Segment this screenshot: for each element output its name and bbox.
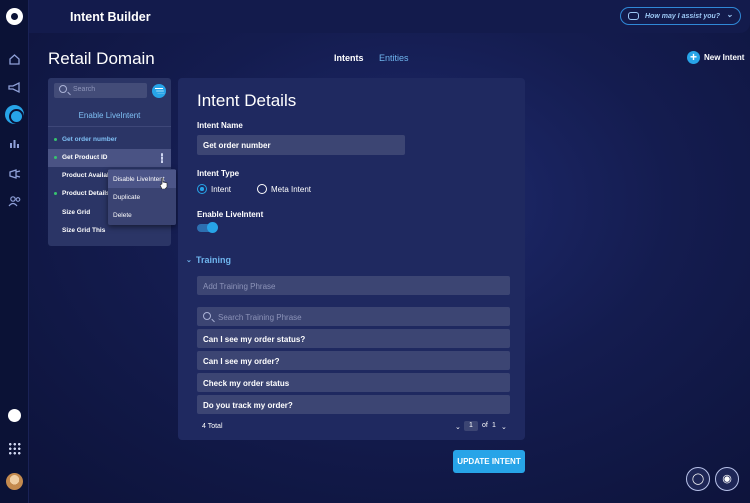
list-item-selected[interactable]: Get Product ID bbox=[48, 149, 171, 167]
chevron-down-icon[interactable]: ⌄ bbox=[501, 423, 507, 431]
intent-name-label: Intent Name bbox=[197, 121, 243, 130]
assistant-placeholder: How may I assist you? bbox=[645, 13, 721, 20]
intent-type-label: Intent Type bbox=[197, 169, 240, 178]
chatbot-launcher-icon[interactable]: ◯ bbox=[686, 467, 710, 491]
search-training-phrase-input[interactable]: Search Training Phrase bbox=[197, 307, 510, 326]
megaphone-icon[interactable] bbox=[7, 81, 22, 96]
phrase-total: 4 Total bbox=[202, 423, 223, 430]
users-icon[interactable] bbox=[7, 195, 22, 210]
user-avatar[interactable] bbox=[6, 473, 23, 490]
training-phrase-row[interactable]: Can I see my order? bbox=[197, 351, 510, 370]
radio-meta-intent-label: Meta Intent bbox=[271, 185, 312, 194]
chevron-down-icon: ⌄ bbox=[186, 257, 192, 264]
intent-details-panel: Intent Details Intent Name Get order num… bbox=[178, 78, 525, 440]
radio-intent[interactable] bbox=[197, 184, 207, 194]
update-intent-button[interactable]: UPDATE INTENT bbox=[453, 450, 525, 473]
search-placeholder: Search bbox=[73, 86, 96, 93]
logo-icon[interactable] bbox=[6, 8, 23, 25]
clock-icon[interactable] bbox=[8, 409, 21, 422]
page-total: 1 bbox=[492, 422, 496, 429]
intent-search-input[interactable]: Search bbox=[54, 83, 147, 98]
training-phrase-row[interactable]: Can I see my order status? bbox=[197, 329, 510, 348]
robot-icon bbox=[628, 12, 639, 20]
tab-intents[interactable]: Intents bbox=[334, 53, 364, 63]
menu-item-duplicate[interactable]: Duplicate bbox=[108, 188, 176, 206]
more-options-icon[interactable] bbox=[161, 153, 163, 163]
divider bbox=[48, 126, 171, 127]
home-icon[interactable] bbox=[7, 53, 22, 68]
menu-item-delete[interactable]: Delete bbox=[108, 206, 176, 224]
debug-bug-icon[interactable]: ◉ bbox=[715, 467, 739, 491]
details-heading: Intent Details bbox=[197, 91, 297, 110]
hand-cursor-icon bbox=[160, 178, 168, 189]
radio-meta-intent[interactable] bbox=[257, 184, 267, 194]
liveintent-toggle[interactable] bbox=[197, 222, 218, 233]
top-bar: Intent Builder How may I assist you? ⌄ bbox=[29, 0, 750, 33]
add-training-phrase-input[interactable]: Add Training Phrase bbox=[197, 276, 510, 295]
sidebar bbox=[0, 0, 29, 503]
new-intent-label: New Intent bbox=[704, 53, 745, 62]
training-phrase-row[interactable]: Check my order status bbox=[197, 373, 510, 392]
search-icon bbox=[59, 85, 67, 93]
assistant-search[interactable]: How may I assist you? ⌄ bbox=[620, 7, 741, 25]
filter-icon[interactable] bbox=[152, 84, 166, 98]
live-dot-icon bbox=[54, 192, 57, 195]
announce-icon[interactable] bbox=[7, 168, 22, 183]
apps-grid-icon[interactable] bbox=[8, 442, 21, 455]
training-phrase-row[interactable]: Do you track my order? bbox=[197, 395, 510, 414]
app-title: Intent Builder bbox=[70, 10, 151, 24]
bar-chart-icon[interactable] bbox=[7, 137, 22, 152]
intent-name-field[interactable]: Get order number bbox=[197, 135, 405, 155]
page-title: Retail Domain bbox=[48, 49, 155, 68]
enable-liveintent-link[interactable]: Enable LiveIntent bbox=[48, 111, 171, 120]
plus-icon: + bbox=[687, 51, 700, 64]
page-number-input[interactable]: 1 bbox=[464, 421, 478, 431]
liveintent-label: Enable LiveIntent bbox=[197, 210, 264, 219]
tab-entities[interactable]: Entities bbox=[379, 53, 409, 63]
search-icon bbox=[203, 312, 211, 320]
live-dot-icon bbox=[54, 138, 57, 141]
radio-intent-label: Intent bbox=[211, 185, 232, 194]
bot-icon[interactable] bbox=[5, 105, 24, 124]
list-item[interactable]: Get order number bbox=[48, 131, 171, 149]
live-dot-icon bbox=[54, 156, 57, 159]
page-of-label: of bbox=[482, 422, 488, 429]
chevron-down-icon[interactable]: ⌄ bbox=[455, 423, 461, 431]
chevron-down-icon: ⌄ bbox=[726, 10, 733, 19]
